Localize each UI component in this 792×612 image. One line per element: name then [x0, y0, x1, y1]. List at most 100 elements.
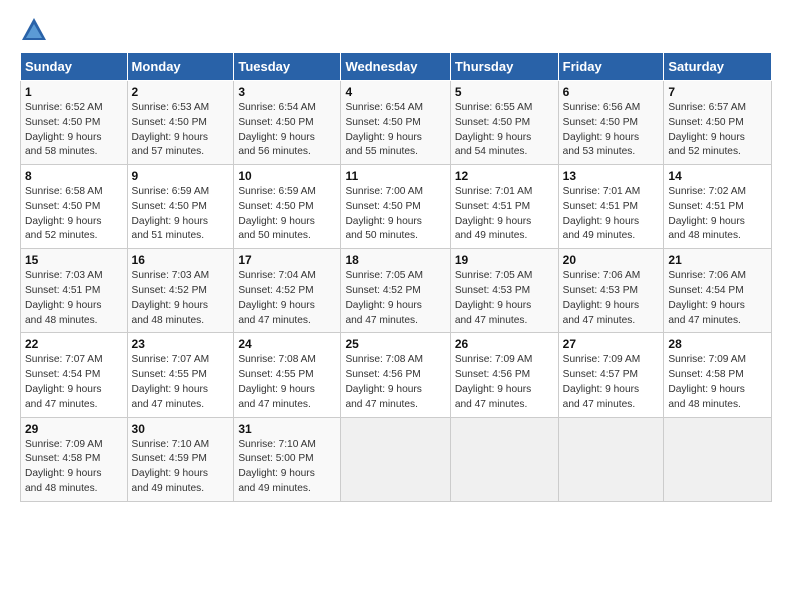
day-detail: Sunrise: 7:01 AMSunset: 4:51 PMDaylight:…: [455, 185, 554, 244]
day-detail: Sunrise: 7:03 AMSunset: 4:52 PMDaylight:…: [132, 269, 230, 328]
day-cell: 5 Sunrise: 6:55 AMSunset: 4:50 PMDaylight…: [450, 81, 558, 165]
day-number: 6: [563, 85, 660, 99]
day-detail: Sunrise: 7:09 AMSunset: 4:58 PMDaylight:…: [25, 438, 123, 497]
day-number: 22: [25, 337, 123, 351]
day-detail: Sunrise: 6:56 AMSunset: 4:50 PMDaylight:…: [563, 101, 660, 160]
day-cell: 15Sunrise: 7:03 AMSunset: 4:51 PMDayligh…: [21, 249, 128, 333]
day-detail: Sunrise: 7:09 AMSunset: 4:56 PMDaylight:…: [455, 353, 554, 412]
day-cell: [450, 417, 558, 501]
day-detail: Sunrise: 7:00 AMSunset: 4:50 PMDaylight:…: [345, 185, 445, 244]
day-detail: Sunrise: 7:09 AMSunset: 4:57 PMDaylight:…: [563, 353, 660, 412]
week-row-2: 8Sunrise: 6:58 AMSunset: 4:50 PMDaylight…: [21, 165, 772, 249]
day-detail: Sunrise: 7:06 AMSunset: 4:53 PMDaylight:…: [563, 269, 660, 328]
week-row-5: 29 Sunrise: 7:09 AMSunset: 4:58 PMDayligh…: [21, 417, 772, 501]
day-cell: 2 Sunrise: 6:53 AMSunset: 4:50 PMDaylight…: [127, 81, 234, 165]
day-cell: [664, 417, 772, 501]
day-number: 8: [25, 169, 123, 183]
day-number: 27: [563, 337, 660, 351]
day-number: 9: [132, 169, 230, 183]
day-cell: [341, 417, 450, 501]
day-cell: 29 Sunrise: 7:09 AMSunset: 4:58 PMDayligh…: [21, 417, 128, 501]
week-row-4: 22Sunrise: 7:07 AMSunset: 4:54 PMDayligh…: [21, 333, 772, 417]
dow-header-friday: Friday: [558, 53, 664, 81]
day-number: 23: [132, 337, 230, 351]
day-number: 17: [238, 253, 336, 267]
day-cell: 10 Sunrise: 6:59 AMSunset: 4:50 PMDayligh…: [234, 165, 341, 249]
dow-header-saturday: Saturday: [664, 53, 772, 81]
day-cell: 7 Sunrise: 6:57 AMSunset: 4:50 PMDaylight…: [664, 81, 772, 165]
day-cell: 27 Sunrise: 7:09 AMSunset: 4:57 PMDayligh…: [558, 333, 664, 417]
dow-header-sunday: Sunday: [21, 53, 128, 81]
day-cell: 31 Sunrise: 7:10 AMSunset: 5:00 PMDayligh…: [234, 417, 341, 501]
day-detail: Sunrise: 7:07 AMSunset: 4:55 PMDaylight:…: [132, 353, 230, 412]
day-cell: 21Sunrise: 7:06 AMSunset: 4:54 PMDayligh…: [664, 249, 772, 333]
day-cell: 26Sunrise: 7:09 AMSunset: 4:56 PMDayligh…: [450, 333, 558, 417]
day-cell: [558, 417, 664, 501]
day-cell: 6 Sunrise: 6:56 AMSunset: 4:50 PMDaylight…: [558, 81, 664, 165]
day-number: 4: [345, 85, 445, 99]
week-row-3: 15Sunrise: 7:03 AMSunset: 4:51 PMDayligh…: [21, 249, 772, 333]
day-cell: 12Sunrise: 7:01 AMSunset: 4:51 PMDayligh…: [450, 165, 558, 249]
day-detail: Sunrise: 6:52 AMSunset: 4:50 PMDaylight:…: [25, 101, 123, 160]
day-number: 13: [563, 169, 660, 183]
day-number: 28: [668, 337, 767, 351]
day-cell: 18 Sunrise: 7:05 AMSunset: 4:52 PMDayligh…: [341, 249, 450, 333]
day-cell: 23 Sunrise: 7:07 AMSunset: 4:55 PMDayligh…: [127, 333, 234, 417]
calendar: SundayMondayTuesdayWednesdayThursdayFrid…: [20, 52, 772, 502]
day-cell: 28Sunrise: 7:09 AMSunset: 4:58 PMDayligh…: [664, 333, 772, 417]
day-cell: 14Sunrise: 7:02 AMSunset: 4:51 PMDayligh…: [664, 165, 772, 249]
day-number: 14: [668, 169, 767, 183]
day-cell: 9Sunrise: 6:59 AMSunset: 4:50 PMDaylight…: [127, 165, 234, 249]
day-number: 3: [238, 85, 336, 99]
day-detail: Sunrise: 7:10 AMSunset: 4:59 PMDaylight:…: [132, 438, 230, 497]
dow-header-wednesday: Wednesday: [341, 53, 450, 81]
day-cell: 22Sunrise: 7:07 AMSunset: 4:54 PMDayligh…: [21, 333, 128, 417]
day-number: 2: [132, 85, 230, 99]
day-cell: 19Sunrise: 7:05 AMSunset: 4:53 PMDayligh…: [450, 249, 558, 333]
day-cell: 25Sunrise: 7:08 AMSunset: 4:56 PMDayligh…: [341, 333, 450, 417]
day-detail: Sunrise: 6:53 AMSunset: 4:50 PMDaylight:…: [132, 101, 230, 160]
dow-header-thursday: Thursday: [450, 53, 558, 81]
day-number: 10: [238, 169, 336, 183]
day-detail: Sunrise: 6:59 AMSunset: 4:50 PMDaylight:…: [238, 185, 336, 244]
day-number: 31: [238, 422, 336, 436]
day-detail: Sunrise: 6:54 AMSunset: 4:50 PMDaylight:…: [238, 101, 336, 160]
day-number: 20: [563, 253, 660, 267]
week-row-1: 1 Sunrise: 6:52 AMSunset: 4:50 PMDaylight…: [21, 81, 772, 165]
day-cell: 11 Sunrise: 7:00 AMSunset: 4:50 PMDayligh…: [341, 165, 450, 249]
day-number: 25: [345, 337, 445, 351]
day-number: 11: [345, 169, 445, 183]
day-number: 1: [25, 85, 123, 99]
day-number: 29: [25, 422, 123, 436]
day-cell: 13Sunrise: 7:01 AMSunset: 4:51 PMDayligh…: [558, 165, 664, 249]
day-detail: Sunrise: 7:04 AMSunset: 4:52 PMDaylight:…: [238, 269, 336, 328]
day-number: 30: [132, 422, 230, 436]
day-detail: Sunrise: 7:08 AMSunset: 4:55 PMDaylight:…: [238, 353, 336, 412]
day-number: 5: [455, 85, 554, 99]
day-detail: Sunrise: 6:54 AMSunset: 4:50 PMDaylight:…: [345, 101, 445, 160]
dow-header-tuesday: Tuesday: [234, 53, 341, 81]
day-number: 19: [455, 253, 554, 267]
logo: [20, 16, 52, 44]
day-detail: Sunrise: 6:55 AMSunset: 4:50 PMDaylight:…: [455, 101, 554, 160]
day-cell: 16Sunrise: 7:03 AMSunset: 4:52 PMDayligh…: [127, 249, 234, 333]
day-cell: 30 Sunrise: 7:10 AMSunset: 4:59 PMDayligh…: [127, 417, 234, 501]
day-cell: 4 Sunrise: 6:54 AMSunset: 4:50 PMDaylight…: [341, 81, 450, 165]
day-of-week-row: SundayMondayTuesdayWednesdayThursdayFrid…: [21, 53, 772, 81]
day-number: 18: [345, 253, 445, 267]
day-cell: 8Sunrise: 6:58 AMSunset: 4:50 PMDaylight…: [21, 165, 128, 249]
day-cell: 24Sunrise: 7:08 AMSunset: 4:55 PMDayligh…: [234, 333, 341, 417]
header: [20, 16, 772, 44]
calendar-body: 1 Sunrise: 6:52 AMSunset: 4:50 PMDaylight…: [21, 81, 772, 502]
day-detail: Sunrise: 7:10 AMSunset: 5:00 PMDaylight:…: [238, 438, 336, 497]
day-detail: Sunrise: 7:03 AMSunset: 4:51 PMDaylight:…: [25, 269, 123, 328]
day-cell: 20 Sunrise: 7:06 AMSunset: 4:53 PMDayligh…: [558, 249, 664, 333]
day-detail: Sunrise: 6:57 AMSunset: 4:50 PMDaylight:…: [668, 101, 767, 160]
day-detail: Sunrise: 7:05 AMSunset: 4:52 PMDaylight:…: [345, 269, 445, 328]
logo-icon: [20, 16, 48, 44]
day-detail: Sunrise: 7:06 AMSunset: 4:54 PMDaylight:…: [668, 269, 767, 328]
dow-header-monday: Monday: [127, 53, 234, 81]
day-cell: 17 Sunrise: 7:04 AMSunset: 4:52 PMDayligh…: [234, 249, 341, 333]
day-cell: 1 Sunrise: 6:52 AMSunset: 4:50 PMDaylight…: [21, 81, 128, 165]
day-number: 7: [668, 85, 767, 99]
